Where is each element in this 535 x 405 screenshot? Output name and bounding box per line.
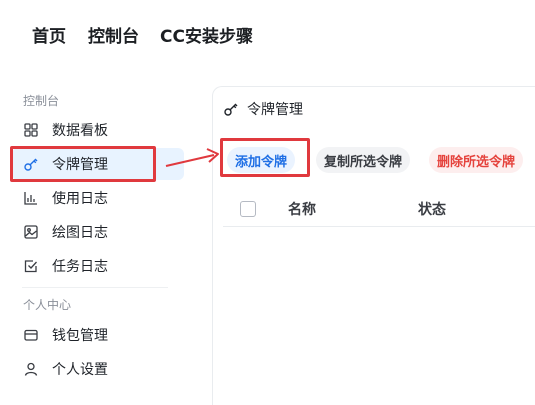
column-header-status: 状态: [418, 202, 446, 218]
grid-icon: [23, 122, 39, 138]
nav-console-link[interactable]: 控制台: [88, 22, 139, 47]
sidebar-item-label: 个人设置: [52, 362, 108, 378]
sidebar-item-label: 使用日志: [52, 191, 108, 207]
select-all-checkbox[interactable]: [240, 201, 256, 217]
panel-header: 令牌管理: [213, 87, 535, 131]
copy-selected-tokens-button[interactable]: 复制所选令牌: [316, 147, 411, 173]
section-label-personal: 个人中心: [23, 298, 72, 312]
key-icon: [223, 101, 239, 117]
sidebar-item-dashboard[interactable]: 数据看板: [12, 114, 184, 146]
user-icon: [23, 361, 39, 377]
page: 首页 控制台 CC安装步骤 控制台 数据看板 令牌管理 使用日志 绘图日志 任务…: [0, 0, 535, 405]
nav-home-link[interactable]: 首页: [32, 22, 66, 47]
sidebar-item-task-log[interactable]: 任务日志: [12, 250, 184, 282]
sidebar-item-label: 绘图日志: [52, 225, 108, 241]
top-nav: 首页 控制台 CC安装步骤: [0, 0, 535, 70]
nav-cc-install-link[interactable]: CC安装步骤: [160, 22, 253, 47]
sidebar-item-label: 任务日志: [52, 259, 108, 275]
sidebar-item-label: 令牌管理: [52, 157, 108, 173]
wallet-icon: [23, 327, 39, 343]
token-panel: 令牌管理 添加令牌 复制所选令牌 删除所选令牌 名称 状态: [212, 86, 535, 405]
sidebar-item-label: 钱包管理: [52, 328, 108, 344]
checkbox-icon: [23, 258, 39, 274]
add-token-button[interactable]: 添加令牌: [227, 147, 296, 173]
sidebar-divider: [22, 287, 168, 288]
section-label-console: 控制台: [23, 94, 60, 108]
sidebar-item-token-management[interactable]: 令牌管理: [12, 148, 184, 180]
sidebar: 控制台 数据看板 令牌管理 使用日志 绘图日志 任务日志 个人中心 钱包管理 个…: [0, 80, 200, 405]
arrow-icon: [165, 148, 219, 167]
table-header: 名称 状态: [223, 191, 535, 227]
sidebar-item-personal-settings[interactable]: 个人设置: [12, 353, 184, 385]
bar-chart-icon: [23, 190, 39, 206]
key-icon: [23, 156, 39, 172]
panel-title: 令牌管理: [247, 102, 303, 118]
column-header-name: 名称: [288, 202, 316, 218]
delete-selected-tokens-button[interactable]: 删除所选令牌: [429, 147, 524, 173]
sidebar-item-usage-log[interactable]: 使用日志: [12, 182, 184, 214]
image-icon: [23, 224, 39, 240]
sidebar-item-wallet[interactable]: 钱包管理: [12, 319, 184, 351]
sidebar-item-drawing-log[interactable]: 绘图日志: [12, 216, 184, 248]
sidebar-item-label: 数据看板: [52, 123, 108, 139]
